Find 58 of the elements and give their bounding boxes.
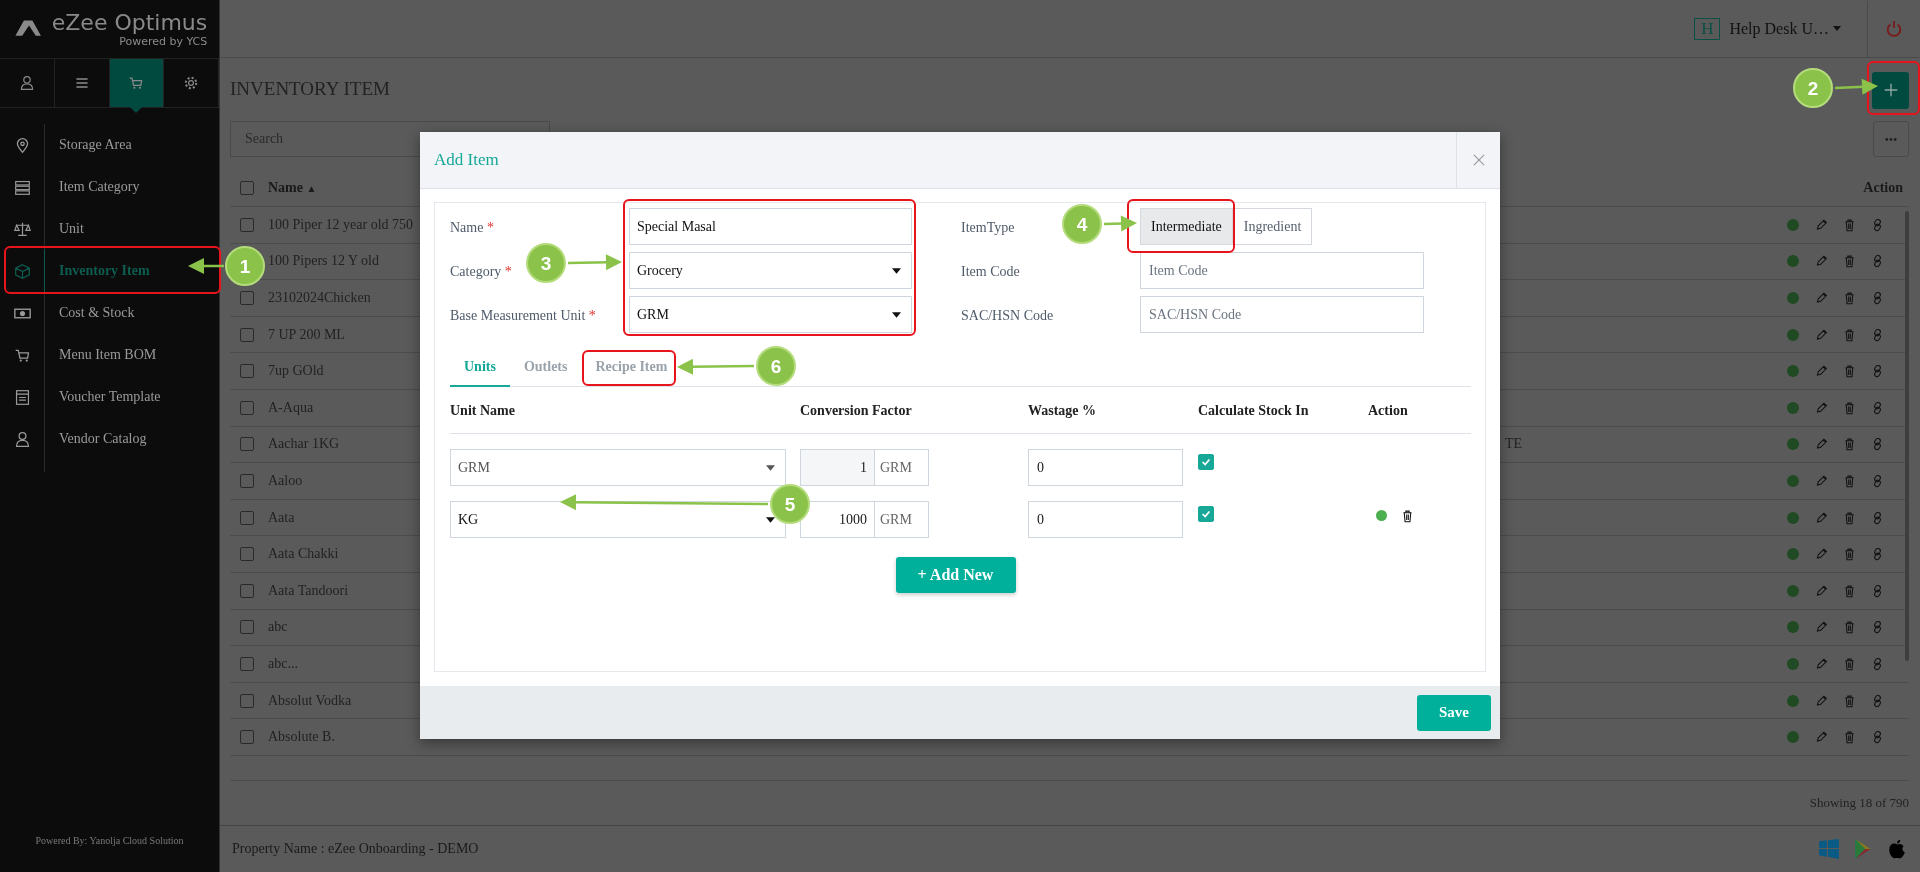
unit-select[interactable]: GRM xyxy=(450,449,786,486)
table-cell: Absolut Vodka xyxy=(268,692,352,709)
callout-badge: 6 xyxy=(756,346,796,386)
column-header: Action xyxy=(1863,180,1903,196)
field-label: Name * xyxy=(450,219,494,235)
callout-badge: 3 xyxy=(526,243,566,283)
table-cell: Aata xyxy=(268,509,295,526)
table-cell: A-Aqua xyxy=(268,399,314,416)
column-header: Wastage % xyxy=(1028,403,1098,419)
select-field[interactable]: GRM xyxy=(629,296,912,333)
sidebar-item[interactable]: Vendor Catalog xyxy=(0,418,219,460)
wastage-field[interactable]: 0 xyxy=(1028,449,1183,486)
callout-badge: 2 xyxy=(1793,68,1833,108)
sidebar-item[interactable]: Menu Item BOM xyxy=(0,334,219,376)
page-title: INVENTORY ITEM xyxy=(230,78,390,100)
table-cell: Absolute B. xyxy=(268,729,335,746)
item-type-option[interactable]: Intermediate xyxy=(1140,208,1233,245)
column-header: Unit Name xyxy=(450,403,516,419)
input-field[interactable]: SAC/HSN Code xyxy=(1140,296,1424,333)
column-header: Calculate Stock In xyxy=(1198,403,1310,419)
wastage-field[interactable]: 0 xyxy=(1028,501,1183,538)
table-cell: Aata Chakki xyxy=(268,546,339,563)
item-type-option[interactable]: Ingredient xyxy=(1232,208,1313,245)
user-initial-badge: H xyxy=(1694,17,1721,40)
table-cell: abc... xyxy=(268,655,298,672)
input-field[interactable]: Item Code xyxy=(1140,252,1424,289)
sidebar-item[interactable]: Voucher Template xyxy=(0,376,219,418)
select-field[interactable]: Grocery xyxy=(629,252,912,289)
field-label: Item Code xyxy=(961,263,1020,279)
table-cell: abc xyxy=(268,619,288,636)
field-label: Category * xyxy=(450,263,512,279)
conversion-factor-field[interactable]: 1 xyxy=(800,449,875,486)
property-name: Property Name : eZee Onboarding - DEMO xyxy=(232,841,479,857)
table-cell: Aachar 1KG xyxy=(268,436,340,453)
callout-badge: 5 xyxy=(770,484,810,524)
sidebar-item[interactable]: Unit xyxy=(0,208,219,250)
table-cell: 100 Piper 12 year old 750 xyxy=(268,216,414,233)
unit-addon: GRM xyxy=(875,501,929,538)
logo-subtitle: Powered by YCS xyxy=(119,34,208,48)
field-label: Base Measurement Unit * xyxy=(450,307,596,323)
unit-addon: GRM xyxy=(875,449,929,486)
sidebar-item[interactable]: Item Category xyxy=(0,166,219,208)
column-header: Action xyxy=(1368,403,1409,419)
sidebar-item[interactable]: Storage Area xyxy=(0,124,219,166)
field-label: ItemType xyxy=(961,219,1015,235)
table-cell: 7 UP 200 ML xyxy=(268,326,345,343)
table-cell: Aaloo xyxy=(268,472,303,489)
column-header: Conversion Factor xyxy=(800,403,913,419)
callout-badge: 1 xyxy=(225,246,265,286)
logo-title: eZee Optimus xyxy=(51,10,208,35)
table-cell: 100 Pipers 12 Y old xyxy=(268,253,379,270)
sidebar-item[interactable]: Cost & Stock xyxy=(0,292,219,334)
powered-by-text: Powered By: Yanolja Cloud Solution xyxy=(34,835,185,848)
table-cell: 23102024Chicken xyxy=(268,290,371,306)
name-field[interactable]: Special Masal xyxy=(629,208,912,245)
table-cell: 7up GOld xyxy=(268,363,324,380)
field-label: SAC/HSN Code xyxy=(961,307,1054,323)
callout-badge: 4 xyxy=(1062,204,1102,244)
